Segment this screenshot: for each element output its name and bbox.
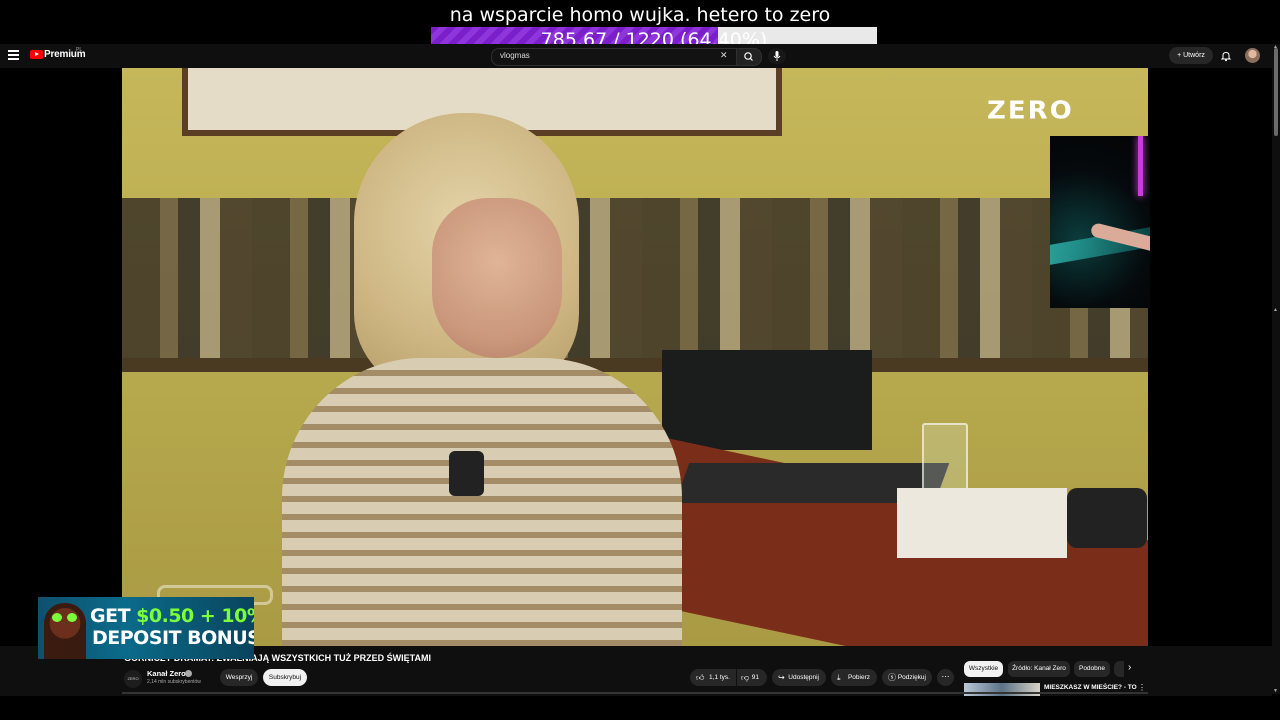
- page-scrollbar-thumb[interactable]: [1274, 48, 1278, 136]
- download-label: Pobierz: [847, 674, 870, 681]
- channel-name[interactable]: Kanał Zero: [147, 669, 186, 678]
- share-label: Udostępnij: [788, 674, 819, 681]
- search-icon: [744, 52, 753, 61]
- create-label: Utwórz: [1183, 52, 1205, 59]
- filter-chip-source[interactable]: Źródło: Kanał Zero: [1008, 661, 1070, 677]
- promo-amount-text: $0.50 + 10%: [136, 605, 254, 627]
- like-button[interactable]: 👍︎ 1,1 tys.: [690, 669, 736, 686]
- recommended-video-title[interactable]: MIESZKASZ W MIEŚCIE? - TO: [1044, 684, 1137, 691]
- share-icon: ↪: [778, 673, 785, 682]
- voice-search-button[interactable]: [768, 48, 786, 64]
- like-count: 1,1 tys.: [709, 674, 730, 681]
- subscriber-count: 2,14 mln subskrybentów: [147, 679, 201, 685]
- monitor: [662, 350, 872, 450]
- filter-chip-partial[interactable]: [1114, 661, 1124, 677]
- casino-promo-banner: GET $0.50 + 10% DEPOSIT BONUS: [38, 597, 254, 659]
- dislike-button[interactable]: 👎︎ 91: [737, 669, 767, 686]
- page-scrollbar[interactable]: [1272, 44, 1280, 694]
- download-button[interactable]: ⤓ Pobierz: [831, 669, 877, 686]
- create-button[interactable]: + Utwórz: [1169, 47, 1213, 64]
- lavalier-microphone: [449, 451, 484, 496]
- thanks-dollar-icon: ⓢ: [888, 673, 896, 682]
- stream-goal-title: na wsparcie homo wujka. hetero to zero: [449, 4, 831, 26]
- scroll-up-arrow-icon[interactable]: ▲: [1273, 44, 1278, 50]
- more-actions-button[interactable]: ⋯: [937, 669, 954, 686]
- dislike-count: 91: [751, 674, 759, 681]
- search-button[interactable]: [736, 48, 762, 66]
- promo-headline: GET $0.50 + 10%: [90, 605, 254, 627]
- interviewee-face: [432, 198, 562, 358]
- microphone-icon: [773, 51, 781, 61]
- shelf-lamps: [122, 198, 1148, 363]
- scroll-marker-icon: ▲: [1273, 307, 1278, 313]
- desk-phone: [1067, 488, 1147, 548]
- youtube-header: Premium PL vlogmas ✕ + Utwórz: [0, 44, 1280, 68]
- download-icon: ⤓: [837, 673, 841, 682]
- neon-light: [1138, 136, 1143, 196]
- filter-chip-all[interactable]: Wszystkie: [964, 661, 1003, 677]
- notifications-bell-icon[interactable]: [1220, 49, 1232, 62]
- player-progress-track[interactable]: [122, 692, 1148, 694]
- channel-watermark-logo: ZERO: [987, 96, 1074, 126]
- chevron-right-icon[interactable]: ›: [1128, 662, 1131, 673]
- promo-mascot: [44, 603, 86, 659]
- recommended-video-thumbnail[interactable]: [964, 683, 1040, 696]
- thanks-label: Podziękuj: [897, 674, 926, 681]
- verified-badge-icon: [185, 670, 192, 677]
- support-button[interactable]: Wesprzyj: [220, 669, 258, 686]
- recommended-video-menu-icon[interactable]: ⋮: [1138, 683, 1146, 692]
- filter-chip-similar[interactable]: Podobne: [1074, 661, 1110, 677]
- share-button[interactable]: ↪ Udostępnij: [772, 669, 826, 686]
- youtube-logo-icon[interactable]: [30, 50, 43, 59]
- book: [897, 488, 1067, 558]
- mascot-eye: [67, 613, 77, 622]
- menu-icon[interactable]: [8, 50, 19, 60]
- region-code: PL: [76, 47, 83, 53]
- scroll-down-arrow-icon[interactable]: ▼: [1273, 688, 1278, 694]
- shelf: [122, 358, 1148, 372]
- interviewee-jacket: [282, 358, 682, 646]
- thumbs-down-icon: 👎︎: [741, 673, 750, 682]
- video-player[interactable]: ZERO: [122, 68, 1148, 646]
- promo-subline: DEPOSIT BONUS: [92, 627, 254, 649]
- thumbs-up-icon: 👍︎: [696, 673, 705, 682]
- clear-search-icon[interactable]: ✕: [720, 50, 728, 61]
- channel-avatar[interactable]: ZERO: [124, 670, 142, 688]
- account-avatar[interactable]: [1245, 48, 1260, 63]
- streamer-webcam: [1050, 136, 1150, 308]
- promo-get-text: GET: [90, 605, 131, 627]
- subscribe-button[interactable]: Subskrybuj: [263, 669, 307, 686]
- search-input[interactable]: vlogmas ✕: [491, 48, 737, 66]
- mascot-eye: [52, 613, 62, 622]
- thanks-button[interactable]: ⓢ Podziękuj: [882, 669, 932, 686]
- search-query-text: vlogmas: [500, 51, 530, 60]
